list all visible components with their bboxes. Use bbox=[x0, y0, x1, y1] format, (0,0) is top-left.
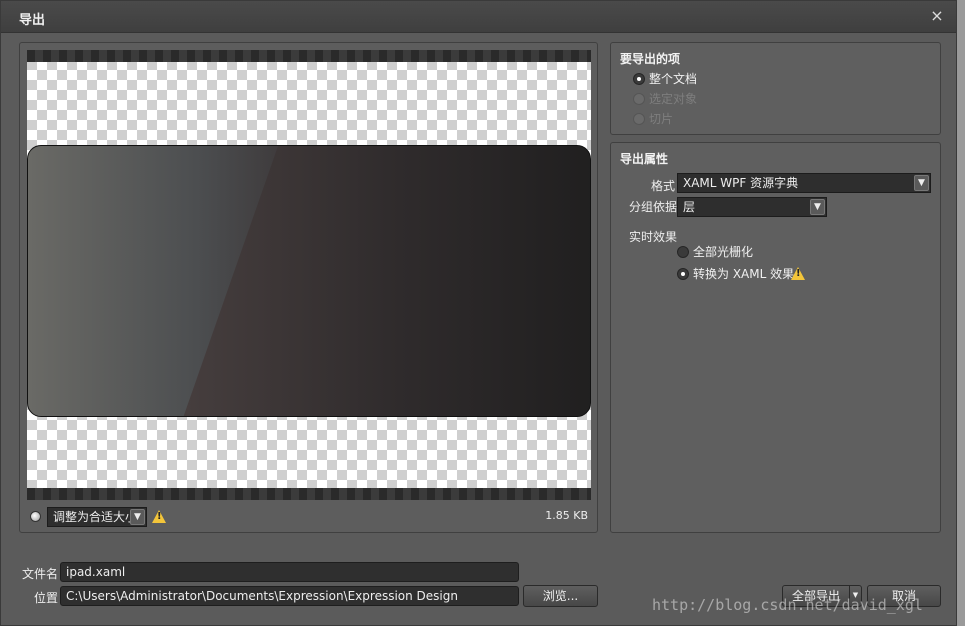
location-input[interactable]: C:\Users\Administrator\Documents\Express… bbox=[60, 586, 519, 606]
radio-label: 选定对象 bbox=[649, 92, 698, 106]
group-by-select[interactable]: 层 ▼ bbox=[677, 197, 827, 217]
file-name-input[interactable]: ipad.xaml bbox=[60, 562, 519, 582]
file-size: 1.85 KB bbox=[545, 509, 588, 522]
preview-panel: 调整为合适大小 ▼ ! 1.85 KB bbox=[19, 42, 598, 533]
preview-image-shade bbox=[183, 146, 590, 416]
radio-label: 全部光栅化 bbox=[693, 245, 754, 259]
chevron-down-icon[interactable]: ▼ bbox=[130, 509, 145, 525]
warning-icon: ! bbox=[152, 510, 166, 523]
browse-button-label: 浏览... bbox=[542, 589, 579, 603]
dialog-title: 导出 bbox=[19, 13, 46, 28]
preview-canvas bbox=[27, 50, 591, 500]
group-by-label: 分组依据 bbox=[629, 200, 678, 214]
chevron-down-icon[interactable]: ▼ bbox=[914, 175, 929, 191]
filmstrip-top bbox=[27, 50, 591, 62]
export-properties-group: 导出属性 格式 XAML WPF 资源字典 ▼ 分组依据 层 ▼ 实时效果 全部… bbox=[610, 142, 941, 533]
radio-selected-objects: 选定对象 bbox=[633, 91, 783, 107]
export-dialog: 导出 × 调整为合适大小 ▼ ! 1.85 KB 要导出的项 整个文档 选定对象… bbox=[0, 0, 957, 626]
zoom-select[interactable]: 调整为合适大小 ▼ bbox=[47, 507, 147, 527]
radio-whole-document[interactable]: 整个文档 bbox=[633, 71, 783, 87]
radio-rasterize-all[interactable]: 全部光栅化 bbox=[677, 244, 827, 260]
preview-image bbox=[27, 145, 591, 417]
watermark: http://blog.csdn.net/david_xgl bbox=[652, 596, 923, 614]
file-name-value: ipad.xaml bbox=[66, 565, 126, 579]
file-name-label: 文件名 bbox=[22, 567, 59, 581]
location-value: C:\Users\Administrator\Documents\Express… bbox=[66, 589, 458, 603]
radio-button bbox=[633, 93, 645, 105]
format-select-value: XAML WPF 资源字典 bbox=[683, 176, 799, 190]
zoom-icon[interactable] bbox=[30, 511, 41, 522]
export-items-group: 要导出的项 整个文档 选定对象 切片 bbox=[610, 42, 941, 135]
title-bar: 导出 × bbox=[1, 1, 956, 33]
export-properties-title: 导出属性 bbox=[620, 152, 669, 166]
radio-button[interactable] bbox=[633, 73, 645, 85]
radio-button bbox=[633, 113, 645, 125]
radio-label: 整个文档 bbox=[649, 72, 698, 86]
group-by-select-value: 层 bbox=[683, 200, 696, 214]
filmstrip-bottom bbox=[27, 488, 591, 500]
browse-button[interactable]: 浏览... bbox=[523, 585, 598, 607]
export-items-title: 要导出的项 bbox=[620, 52, 681, 66]
radio-button[interactable] bbox=[677, 246, 689, 258]
warning-icon: ! bbox=[791, 267, 805, 280]
background-strip bbox=[957, 0, 965, 626]
radio-label: 切片 bbox=[649, 112, 674, 126]
radio-slices: 切片 bbox=[633, 111, 783, 127]
zoom-select-value: 调整为合适大小 bbox=[53, 510, 138, 524]
chevron-down-icon[interactable]: ▼ bbox=[810, 199, 825, 215]
radio-button[interactable] bbox=[677, 268, 689, 280]
radio-label: 转换为 XAML 效果 bbox=[693, 267, 795, 281]
preview-footer: 调整为合适大小 ▼ ! 1.85 KB bbox=[27, 507, 591, 527]
location-label: 位置 bbox=[34, 591, 59, 605]
format-label: 格式 bbox=[651, 179, 676, 193]
live-effects-label: 实时效果 bbox=[629, 230, 678, 244]
close-icon[interactable]: × bbox=[928, 7, 946, 25]
format-select[interactable]: XAML WPF 资源字典 ▼ bbox=[677, 173, 931, 193]
